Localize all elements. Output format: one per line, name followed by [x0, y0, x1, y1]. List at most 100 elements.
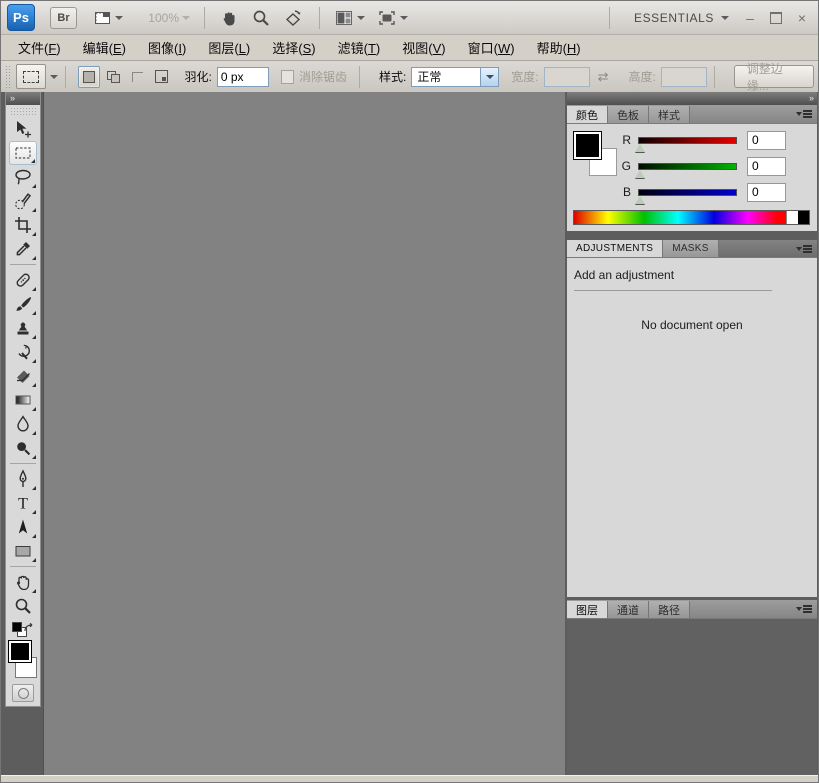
- launch-bridge-button[interactable]: Br: [50, 7, 77, 29]
- swap-dimensions-icon[interactable]: ⇄: [598, 69, 609, 85]
- history-brush-tool[interactable]: [9, 340, 37, 364]
- zoom-tool-button[interactable]: [246, 6, 276, 30]
- dodge-tool[interactable]: [9, 436, 37, 460]
- add-to-selection-button[interactable]: [102, 66, 124, 88]
- lasso-tool[interactable]: [9, 165, 37, 189]
- brush-tool[interactable]: [9, 292, 37, 316]
- new-selection-button[interactable]: [78, 66, 100, 88]
- panel-menu-icon[interactable]: [796, 604, 812, 614]
- zoom-level-dropdown[interactable]: 100%: [140, 6, 195, 30]
- gradient-tool[interactable]: [9, 388, 37, 412]
- tab-color[interactable]: 颜色: [567, 106, 608, 123]
- marquee-preset-icon: [23, 71, 39, 83]
- menu-file[interactable]: 文件(F): [7, 38, 72, 57]
- tab-adjustments[interactable]: ADJUSTMENTS: [567, 240, 663, 257]
- intersect-selection-button[interactable]: [150, 66, 172, 88]
- quick-selection-tool[interactable]: [9, 189, 37, 213]
- blue-slider[interactable]: [638, 189, 737, 196]
- feather-input[interactable]: [217, 67, 269, 87]
- green-slider[interactable]: [638, 163, 737, 170]
- eyedropper-tool[interactable]: [9, 237, 37, 261]
- menu-image[interactable]: 图像(I): [137, 38, 197, 57]
- antialias-checkbox[interactable]: [281, 70, 294, 84]
- panel-menu-icon[interactable]: [796, 244, 812, 254]
- blur-tool[interactable]: [9, 412, 37, 436]
- menu-filter[interactable]: 滤镜(T): [327, 38, 392, 57]
- blur-icon: [13, 414, 33, 434]
- view-extras-button[interactable]: [87, 6, 128, 30]
- tool-preset-button[interactable]: [16, 64, 46, 89]
- menu-select[interactable]: 选择(S): [261, 38, 326, 57]
- height-input[interactable]: [661, 67, 707, 87]
- default-colors-control[interactable]: [11, 621, 35, 637]
- zoom-tool[interactable]: [9, 594, 37, 618]
- chevron-down-icon: [115, 16, 123, 20]
- style-dropdown[interactable]: 正常: [411, 67, 499, 87]
- slider-marker[interactable]: [635, 196, 645, 204]
- crop-tool[interactable]: [9, 213, 37, 237]
- menu-window[interactable]: 窗口(W): [457, 38, 526, 57]
- default-foreground-swatch: [12, 622, 22, 632]
- toolbar-collapse-header[interactable]: »: [6, 92, 40, 105]
- blue-value-input[interactable]: [747, 183, 786, 202]
- refine-edge-button[interactable]: 调整边缘...: [734, 65, 814, 88]
- hand-tool[interactable]: [9, 570, 37, 594]
- minimize-button[interactable]: –: [740, 9, 760, 27]
- tab-channels[interactable]: 通道: [608, 601, 649, 618]
- rectangle-tool[interactable]: [9, 539, 37, 563]
- white-swatch[interactable]: [786, 211, 798, 224]
- lasso-icon: [13, 167, 33, 187]
- black-swatch[interactable]: [798, 211, 809, 224]
- canvas-area[interactable]: [43, 92, 565, 775]
- tab-paths[interactable]: 路径: [649, 601, 690, 618]
- spot-healing-brush-tool[interactable]: [9, 268, 37, 292]
- chevron-down-icon: [721, 16, 729, 20]
- green-label: G: [619, 159, 631, 173]
- rotate-view-button[interactable]: [278, 6, 310, 30]
- options-bar-grip[interactable]: [5, 65, 12, 89]
- path-selection-icon: [13, 517, 33, 537]
- menu-help[interactable]: 帮助(H): [526, 38, 592, 57]
- tab-styles[interactable]: 样式: [649, 106, 690, 123]
- tab-layers[interactable]: 图层: [567, 601, 608, 618]
- foreground-color-swatch[interactable]: [8, 640, 32, 663]
- foreground-color-swatch[interactable]: [573, 131, 602, 160]
- width-input[interactable]: [544, 67, 590, 87]
- arrange-documents-button[interactable]: [329, 6, 370, 30]
- spectrum-gradient[interactable]: [574, 211, 786, 224]
- pen-tool[interactable]: [9, 467, 37, 491]
- menu-layer[interactable]: 图层(L): [197, 38, 261, 57]
- eraser-tool[interactable]: [9, 364, 37, 388]
- feather-label: 羽化:: [184, 68, 211, 85]
- dropdown-arrow-button[interactable]: [480, 68, 498, 86]
- dock-collapse-header[interactable]: »: [567, 92, 817, 105]
- screen-mode-button[interactable]: [372, 6, 413, 30]
- close-button[interactable]: ×: [792, 9, 812, 27]
- rectangular-marquee-tool[interactable]: [9, 141, 37, 165]
- maximize-button[interactable]: [766, 9, 786, 27]
- slider-marker[interactable]: [635, 144, 645, 152]
- menu-edit[interactable]: 编辑(E): [72, 38, 137, 57]
- subtract-from-selection-button[interactable]: [126, 66, 148, 88]
- hand-tool-button[interactable]: [214, 6, 244, 30]
- red-value-input[interactable]: [747, 131, 786, 150]
- move-tool[interactable]: [9, 117, 37, 141]
- selection-mode-group: [78, 66, 172, 88]
- quick-mask-button[interactable]: [12, 684, 34, 702]
- type-tool[interactable]: T: [9, 491, 37, 515]
- adjustments-panel-body: Add an adjustment No document open: [567, 258, 817, 597]
- tab-masks[interactable]: MASKS: [663, 240, 719, 257]
- chevron-down-icon[interactable]: [50, 75, 58, 79]
- red-slider[interactable]: [638, 137, 737, 144]
- green-value-input[interactable]: [747, 157, 786, 176]
- style-value: 正常: [412, 68, 480, 85]
- menu-view[interactable]: 视图(V): [391, 38, 456, 57]
- tab-swatches[interactable]: 色板: [608, 106, 649, 123]
- workspace-switcher[interactable]: ESSENTIALS: [619, 6, 734, 30]
- toolbar-grip[interactable]: [10, 107, 36, 115]
- clone-stamp-tool[interactable]: [9, 316, 37, 340]
- slider-marker[interactable]: [635, 170, 645, 178]
- color-ramp[interactable]: [573, 210, 810, 225]
- panel-menu-icon[interactable]: [796, 109, 812, 119]
- path-selection-tool[interactable]: [9, 515, 37, 539]
